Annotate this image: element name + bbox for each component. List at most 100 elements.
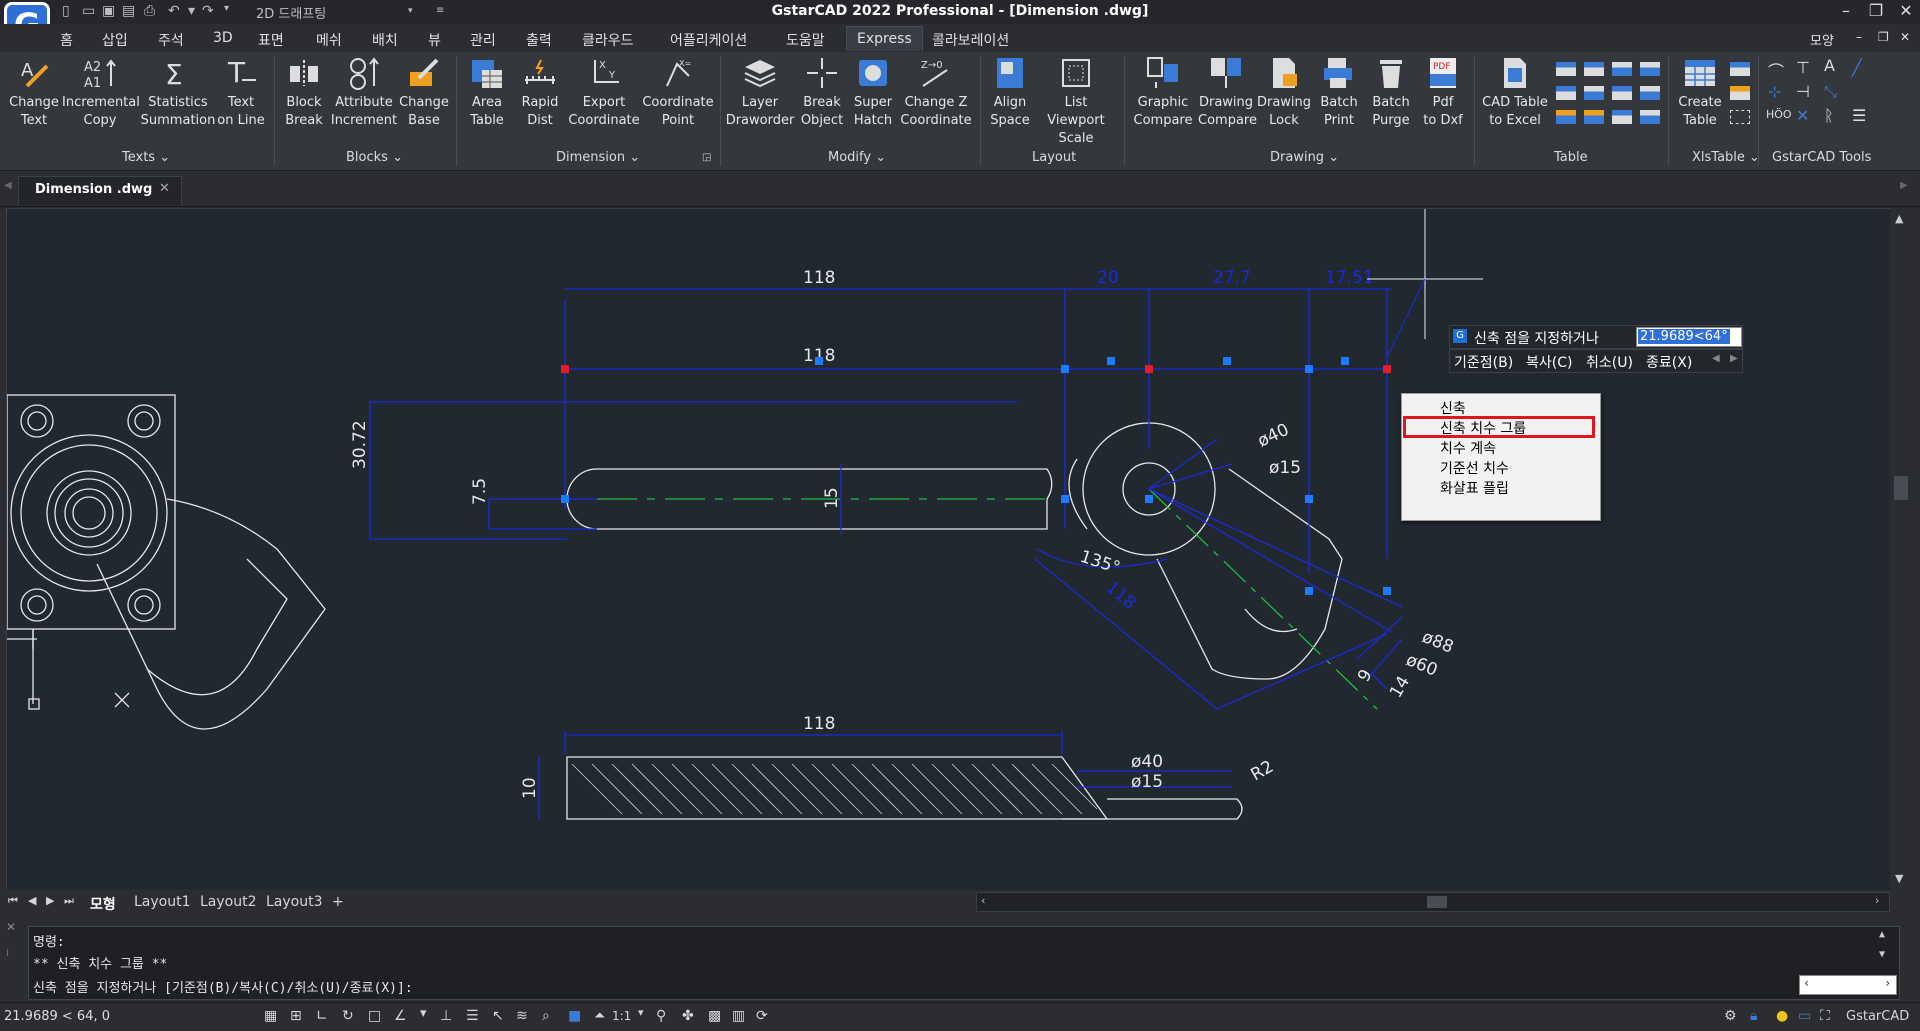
doc-restore-icon[interactable]: ❐ [1878,30,1889,44]
table-tool-9-icon[interactable] [1556,110,1576,124]
grip[interactable] [1061,365,1069,373]
horizontal-scrollbar[interactable]: ‹ › [976,892,1890,912]
grid-icon[interactable]: ▦ [264,1008,277,1024]
command-input[interactable]: 신축 점을 지정하거나 [기준점(B)/복사(C)/취소(U)/종료(X)]: [33,977,1433,996]
menu-mesh[interactable]: 메쉬 [316,30,342,50]
menu-cloud[interactable]: 클라우드 [582,30,634,50]
tab-layout2[interactable]: Layout2 [200,894,257,910]
break-object-button[interactable]: Break Object [796,52,848,130]
area-table-button[interactable]: Area Table [460,52,514,130]
hot-grip[interactable] [1383,365,1391,373]
option-copy[interactable]: 복사(C) [1526,352,1572,372]
dimension-tool-icon[interactable]: ⊤ [1796,58,1810,77]
calculator-icon[interactable]: ▥ [732,1008,745,1024]
dropdown-icon[interactable]: ▾ [420,1006,427,1021]
cross-tool-icon[interactable]: ✕ [1796,106,1809,125]
table-tool-6-icon[interactable] [1584,86,1604,100]
menu-application[interactable]: 어플리케이션 [670,30,747,50]
modify-group-label[interactable]: Modify ⌄ [828,150,886,165]
menu-layout[interactable]: 배치 [372,30,398,50]
tab-model[interactable]: 모형 [90,894,116,914]
xls-tool-1-icon[interactable] [1730,62,1750,76]
graphic-compare-button[interactable]: Graphic Compare [1128,52,1198,130]
close-tab-icon[interactable]: ✕ [159,181,170,196]
settings-gear-icon[interactable]: ⚙ [1724,1008,1737,1024]
table-tool-7-icon[interactable] [1612,86,1632,100]
text-tool-icon[interactable]: A [1824,56,1835,75]
grip[interactable] [1145,495,1153,503]
hdo-tool-icon[interactable]: HÖO [1766,108,1792,121]
dyn-input-icon[interactable]: ☰ [466,1008,479,1024]
grip[interactable] [1305,587,1313,595]
polar-icon[interactable]: ↻ [342,1008,354,1024]
grip[interactable] [1305,495,1313,503]
table-tool-3-icon[interactable] [1612,62,1632,76]
scroll-thumb[interactable] [1894,476,1908,500]
otrack-icon[interactable]: ∠ [394,1008,407,1024]
tab-dimension-dwg[interactable]: Dimension .dwg ✕ [18,176,182,205]
ortho-icon[interactable]: ∟ [316,1008,328,1024]
super-hatch-button[interactable]: Super Hatch [848,52,898,130]
grip[interactable] [561,495,569,503]
prompt-input[interactable]: 21.9689<64° [1636,327,1742,347]
dimension-launcher-icon[interactable]: ◲ [702,152,711,163]
menu-item-stretch[interactable]: 신축 [1440,398,1466,418]
last-layout-icon[interactable]: ⏭ [64,894,74,908]
list-viewport-scale-button[interactable]: List Viewport Scale [1036,52,1116,148]
prev-layout-icon[interactable]: ◀ [28,894,36,907]
options-prev-icon[interactable]: ◀ [1712,353,1720,364]
menu-item-stretch-dim-group[interactable]: 신축 치수 그룹 [1440,418,1526,438]
batch-purge-button[interactable]: Batch Purge [1366,52,1416,130]
table-tool-4-icon[interactable] [1640,62,1660,76]
change-text-button[interactable]: A Change Text [6,52,62,130]
doc-minimize-icon[interactable]: – [1856,30,1862,44]
pdf-to-dxf-button[interactable]: PDF Pdf to Dxf [1418,52,1468,130]
grip[interactable] [1107,357,1115,365]
table-tool-10-icon[interactable] [1584,110,1604,124]
options-next-icon[interactable]: ▶ [1730,353,1738,364]
command-h-scroll[interactable]: ‹ › [1799,975,1897,995]
menu-insert[interactable]: 삽입 [102,30,128,50]
tab-layout1[interactable]: Layout1 [134,894,191,910]
view-mode-dropdown[interactable]: 모양 [1810,30,1834,49]
menu-3d[interactable]: 3D [213,30,233,46]
close-command-icon[interactable]: ✕ [6,920,16,934]
restore-icon[interactable]: ❐ [1862,1,1890,20]
osnap-icon[interactable]: □ [368,1008,381,1024]
transparency-icon[interactable]: ✤ [682,1008,694,1024]
refresh-icon[interactable]: ⟳ [756,1008,768,1024]
tab-scroll-right-icon[interactable]: ▶ [1900,180,1908,191]
batch-print-button[interactable]: Batch Print [1312,52,1366,130]
align-space-button[interactable]: Align Space [984,52,1036,130]
xlstable-group-label[interactable]: XlsTable ⌄ [1692,150,1760,165]
scale-tool-icon[interactable]: ⤡ [1824,82,1837,102]
selection-cycle-icon[interactable]: ↖ [492,1008,504,1024]
scroll-right-icon[interactable]: › [1875,894,1879,907]
dimension-group-label[interactable]: Dimension ⌄ [556,150,640,165]
table-tool-5-icon[interactable] [1556,86,1576,100]
grip[interactable] [1223,357,1231,365]
annotation-scale-value[interactable]: 1:1 [612,1009,631,1023]
trim-tool-icon[interactable]: ⊹ [1768,82,1781,101]
menu-home[interactable]: 홈 [60,30,73,50]
lightbulb-icon[interactable]: ● [1776,1008,1788,1024]
scale-dropdown-icon[interactable]: ▾ [638,1006,644,1019]
command-grip-icon[interactable]: ⁞ [6,948,9,959]
coordinate-point-button[interactable]: X= Coordinate Point [642,52,714,130]
layout-group-label[interactable]: Layout [1032,150,1076,165]
menu-help[interactable]: 도움말 [786,30,825,50]
tab-add-layout[interactable]: + [332,894,344,910]
line-tool-icon[interactable]: ╱ [1852,58,1862,77]
monitor-icon[interactable]: ▭ [1798,1008,1811,1024]
drawing-lock-button[interactable]: Drawing Lock [1256,52,1312,130]
table-tool-8-icon[interactable] [1640,86,1660,100]
menu-collaboration[interactable]: 콜라보레이션 [932,30,1009,50]
xls-tool-2-icon[interactable] [1730,86,1750,100]
menu-item-flip-arrow[interactable]: 화살표 플립 [1440,478,1509,498]
scroll-up-icon[interactable]: ▲ [1895,212,1903,225]
tab-scroll-left-icon[interactable]: ◀ [4,180,12,191]
table-tool-2-icon[interactable] [1584,62,1604,76]
texts-group-label[interactable]: Texts ⌄ [122,150,170,165]
drawing-group-label[interactable]: Drawing ⌄ [1270,150,1339,165]
statistics-summation-button[interactable]: Σ Statistics Summation [140,52,216,130]
